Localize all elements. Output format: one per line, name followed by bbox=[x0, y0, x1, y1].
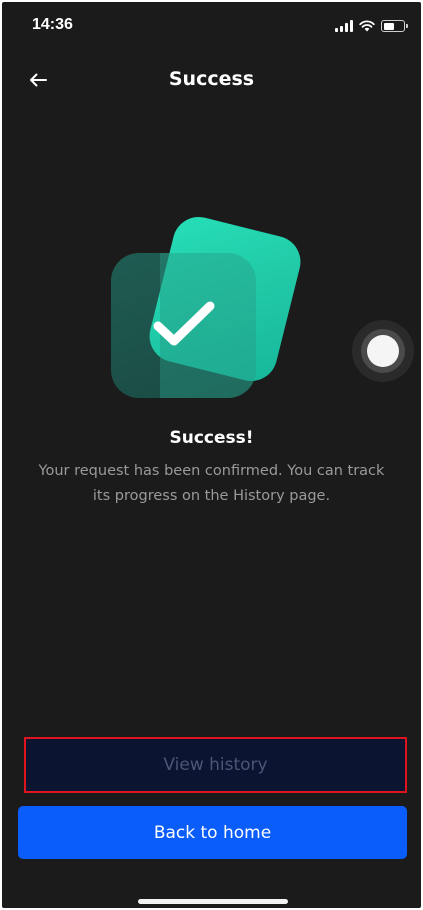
success-message: Your request has been confirmed. You can… bbox=[38, 463, 385, 504]
success-illustration bbox=[102, 211, 317, 417]
assistive-touch-button[interactable] bbox=[352, 320, 414, 382]
view-history-button[interactable]: View history bbox=[24, 737, 407, 793]
wifi-icon bbox=[359, 20, 375, 32]
success-screen: 14:36 Success Success! Your request has … bbox=[2, 2, 421, 908]
header: Success bbox=[2, 58, 421, 102]
success-heading: Success! bbox=[169, 428, 254, 448]
status-time: 14:36 bbox=[32, 16, 73, 33]
page-title: Success bbox=[168, 68, 255, 90]
check-icon bbox=[153, 301, 215, 346]
back-to-home-label: Back to home bbox=[153, 822, 272, 843]
status-icons bbox=[335, 19, 408, 33]
status-bar: 14:36 bbox=[2, 2, 421, 50]
back-to-home-button[interactable]: Back to home bbox=[18, 806, 407, 859]
home-indicator bbox=[138, 899, 288, 904]
signal-icon bbox=[335, 20, 353, 32]
battery-icon bbox=[381, 20, 408, 32]
view-history-label: View history bbox=[163, 755, 268, 775]
